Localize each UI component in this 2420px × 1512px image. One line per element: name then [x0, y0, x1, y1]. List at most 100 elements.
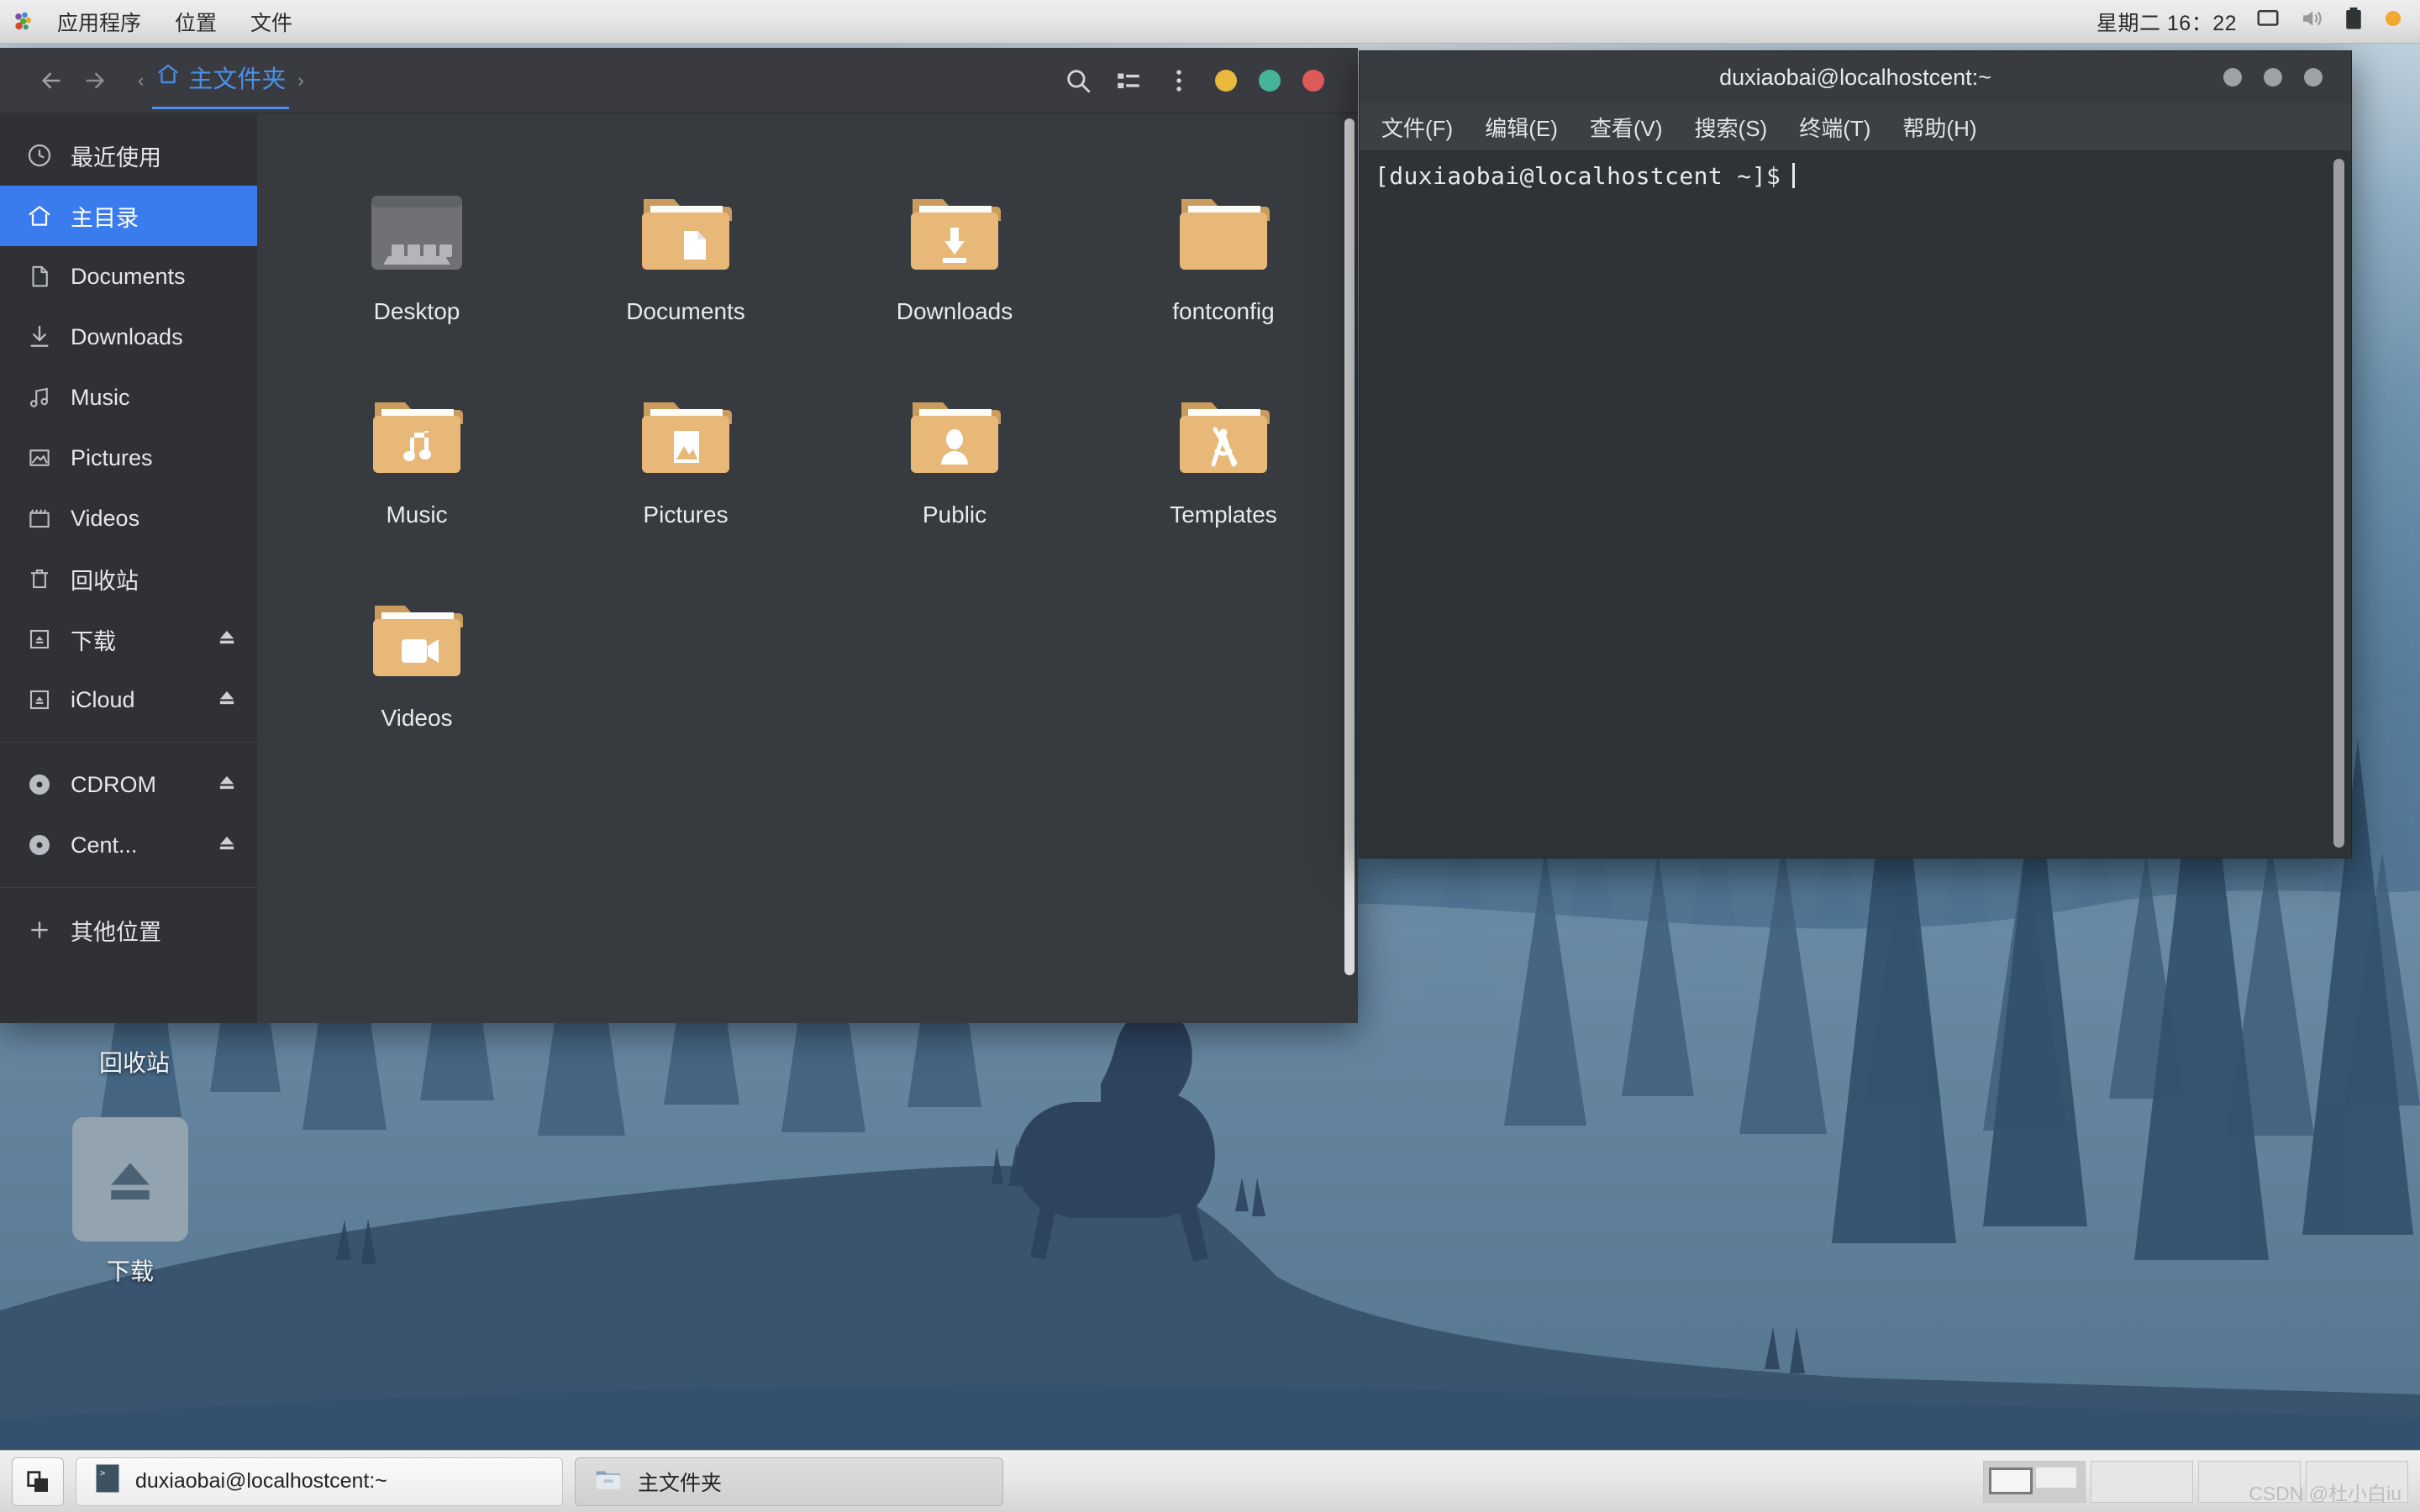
file-item-public[interactable]: Public	[820, 344, 1089, 547]
image-icon	[25, 444, 54, 472]
file-manager-body: 最近使用 主目录 Documents Downloads Music Pictu…	[0, 113, 1358, 1023]
display-icon[interactable]	[2255, 6, 2281, 37]
sidebar-item-download-drive[interactable]: 下载	[0, 609, 257, 669]
menu-view[interactable]: 查看(V)	[1580, 108, 1673, 146]
sidebar-item-home[interactable]: 主目录	[0, 186, 257, 246]
search-icon[interactable]	[1064, 66, 1092, 95]
menu-terminal[interactable]: 终端(T)	[1789, 108, 1881, 146]
menu-places[interactable]: 位置	[158, 3, 234, 40]
folder-icon	[594, 1464, 623, 1499]
sidebar-item-other-locations[interactable]: 其他位置	[0, 900, 257, 960]
sidebar-item-label: Documents	[71, 263, 186, 289]
taskbar-window-label: 主文件夹	[638, 1471, 723, 1495]
minimize-button[interactable]	[2223, 68, 2242, 87]
status-dot-icon[interactable]	[2383, 8, 2403, 34]
music-folder-icon	[366, 357, 467, 483]
sidebar-item-centos-disc[interactable]: Cent...	[0, 815, 257, 875]
maximize-button[interactable]	[2264, 68, 2282, 87]
file-item-downloads[interactable]: Downloads	[820, 140, 1089, 344]
plus-icon	[25, 916, 54, 944]
sidebar-item-label: Downloads	[71, 323, 183, 349]
terminal-title-text: duxiaobai@localhostcent:~	[1719, 64, 1991, 90]
sidebar-item-pictures[interactable]: Pictures	[0, 428, 257, 488]
public-folder-icon	[904, 357, 1005, 483]
sidebar-separator	[0, 742, 257, 743]
taskbar: > duxiaobai@localhostcent:~ 主文件夹 CSDN @杜…	[0, 1450, 2420, 1512]
file-grid-scrollbar[interactable]	[1344, 118, 1355, 975]
menu-help[interactable]: 帮助(H)	[1892, 108, 1986, 146]
menu-file[interactable]: 文件(F)	[1371, 108, 1463, 146]
sidebar-item-downloads[interactable]: Downloads	[0, 307, 257, 367]
file-item-label: Pictures	[643, 501, 729, 528]
file-item-pictures[interactable]: Pictures	[551, 344, 820, 547]
file-item-templates[interactable]: Templates	[1089, 344, 1358, 547]
sidebar-item-trash[interactable]: 回收站	[0, 549, 257, 609]
terminal-screen[interactable]: [duxiaobai@localhostcent ~]$	[1360, 150, 2351, 858]
workspace-window-preview	[2036, 1467, 2076, 1488]
breadcrumb-prev-icon[interactable]: ‹	[133, 70, 149, 92]
menu-edit[interactable]: 编辑(E)	[1475, 108, 1568, 146]
file-grid-area[interactable]: Desktop Documents Downloads fontconfig M…	[257, 113, 1358, 1023]
file-item-label: Downloads	[896, 298, 1013, 324]
taskbar-window-terminal[interactable]: > duxiaobai@localhostcent:~	[76, 1457, 563, 1506]
breadcrumb-label: 主文件夹	[188, 66, 287, 93]
volume-icon[interactable]	[2299, 6, 2324, 37]
file-item-desktop[interactable]: Desktop	[282, 140, 551, 344]
back-icon[interactable]	[32, 61, 71, 100]
menu-kebab-icon[interactable]	[1165, 66, 1193, 95]
close-button[interactable]	[1302, 69, 1324, 92]
desktop-icon-downloads-drive[interactable]: 下载	[38, 1117, 223, 1287]
clock[interactable]: 星期二 16：22	[2096, 7, 2237, 37]
workspace-2[interactable]	[2091, 1460, 2193, 1503]
svg-text:>: >	[100, 1468, 105, 1478]
eject-icon[interactable]	[215, 831, 239, 860]
file-item-videos[interactable]: Videos	[282, 547, 551, 750]
trash-icon	[25, 564, 54, 593]
sidebar-item-icloud[interactable]: iCloud	[0, 669, 257, 730]
documents-folder-icon	[635, 154, 736, 280]
terminal-window-buttons	[2223, 51, 2323, 103]
view-list-icon[interactable]	[1114, 66, 1143, 95]
sidebar-item-label: Videos	[71, 505, 140, 531]
battery-icon[interactable]	[2343, 6, 2365, 37]
drive-icon	[25, 625, 54, 654]
sidebar-item-label: 最近使用	[71, 144, 161, 171]
desktop-icon-trash[interactable]: 回收站	[42, 1033, 227, 1079]
terminal-window: duxiaobai@localhostcent:~ 文件(F) 编辑(E) 查看…	[1359, 50, 2352, 858]
sidebar-item-cdrom[interactable]: CDROM	[0, 754, 257, 815]
sidebar-item-music[interactable]: Music	[0, 367, 257, 428]
taskbar-right: CSDN @杜小白iu	[1983, 1460, 2408, 1504]
navigation-buttons	[0, 61, 114, 100]
eject-drive-icon	[72, 1117, 188, 1242]
eject-icon[interactable]	[215, 685, 239, 715]
menu-applications[interactable]: 应用程序	[40, 3, 158, 40]
file-manager-window: ‹ 主文件夹 › 最近使用 主目录 Documents Downloads Mu…	[0, 48, 1358, 1023]
taskbar-window-filemanager[interactable]: 主文件夹	[575, 1457, 1003, 1506]
sidebar-item-recent[interactable]: 最近使用	[0, 125, 257, 186]
file-item-fontconfig[interactable]: fontconfig	[1089, 140, 1358, 344]
file-grid: Desktop Documents Downloads fontconfig M…	[257, 113, 1358, 750]
menu-search[interactable]: 搜索(S)	[1685, 108, 1778, 146]
breadcrumb-next-icon[interactable]: ›	[292, 70, 308, 92]
gnome-foot-icon[interactable]	[10, 9, 35, 34]
sidebar-item-label: 下载	[71, 628, 116, 654]
sidebar-item-label: CDROM	[71, 771, 156, 797]
templates-folder-icon	[1173, 357, 1274, 483]
show-desktop-icon[interactable]	[12, 1457, 64, 1506]
close-button[interactable]	[2304, 68, 2323, 87]
breadcrumb-item-home[interactable]: 主文件夹	[152, 51, 290, 109]
minimize-button[interactable]	[1215, 69, 1237, 92]
workspace-1[interactable]	[1983, 1460, 2086, 1503]
eject-icon[interactable]	[215, 625, 239, 654]
file-item-documents[interactable]: Documents	[551, 140, 820, 344]
maximize-button[interactable]	[1259, 69, 1281, 92]
file-item-music[interactable]: Music	[282, 344, 551, 547]
sidebar-item-documents[interactable]: Documents	[0, 246, 257, 307]
eject-icon[interactable]	[215, 770, 239, 800]
menu-files[interactable]: 文件	[234, 3, 309, 40]
terminal-scrollbar[interactable]	[2333, 159, 2344, 848]
sidebar-separator	[0, 887, 257, 888]
forward-icon[interactable]	[76, 61, 114, 100]
sidebar-item-videos[interactable]: Videos	[0, 488, 257, 549]
file-item-label: Desktop	[373, 298, 460, 324]
